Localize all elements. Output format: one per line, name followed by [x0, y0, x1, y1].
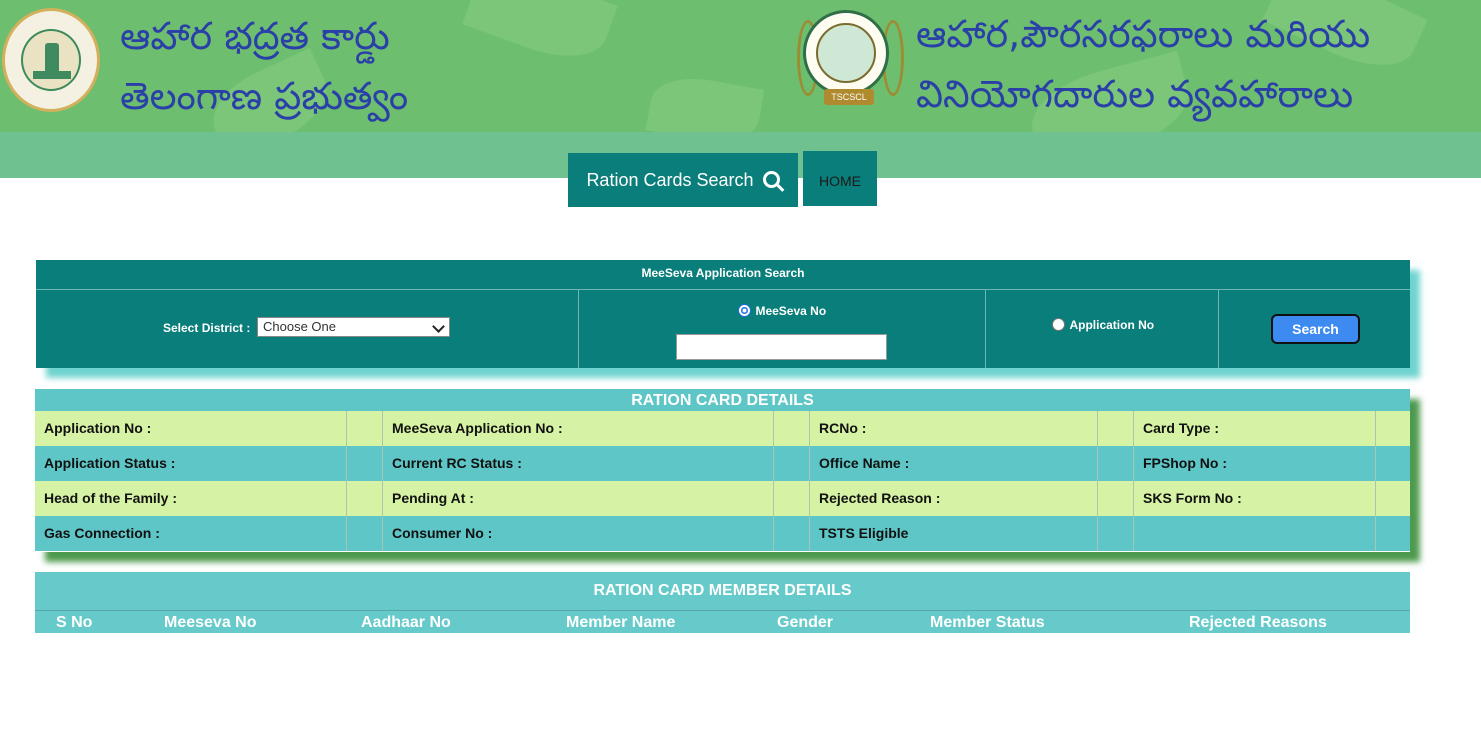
search-button-cell: Search [1218, 290, 1410, 368]
header-title-left: ఆహార భద్రత కార్డు తెలంగాణ ప్రభుత్వం [120, 6, 408, 126]
tscscl-logo: TSCSCL [803, 10, 889, 105]
select-district-label: Select District : [163, 321, 251, 335]
district-cell: Select District : Choose One [36, 290, 579, 368]
details-row: Application Status : Current RC Status :… [35, 446, 1410, 481]
column-header-gender: Gender [777, 614, 834, 631]
header-title-right-line2: వినియోగదారుల వ్యవహారాలు [916, 72, 1354, 116]
rejected-reason-value [1097, 481, 1134, 516]
rcno-value [1097, 411, 1134, 446]
application-status-field: Application Status : [44, 455, 176, 471]
member-details-title: RATION CARD MEMBER DETAILS [35, 572, 1410, 611]
site-header: ఆహార భద్రత కార్డు తెలంగాణ ప్రభుత్వం TSCS… [0, 0, 1481, 132]
meeseva-no-label: MeeSeva No [755, 304, 827, 318]
consumer-no-value [773, 516, 810, 551]
leaf-decoration [645, 70, 765, 132]
meeseva-application-no-field: MeeSeva Application No : [382, 411, 774, 446]
district-select-value: Choose One [263, 319, 336, 334]
rejected-reason-field: Rejected Reason : [809, 481, 1098, 516]
application-no-value [346, 411, 383, 446]
empty-value [1375, 516, 1410, 551]
current-rc-status-field: Current RC Status : [382, 446, 774, 481]
member-details-table: RATION CARD MEMBER DETAILS S No Meeseva … [35, 572, 1410, 633]
ration-card-details: RATION CARD DETAILS Application No : Mee… [35, 389, 1410, 552]
telangana-emblem-logo [2, 8, 100, 112]
empty-field [1133, 516, 1376, 551]
application-no-radio[interactable] [1052, 318, 1065, 332]
home-link[interactable]: HOME [803, 151, 877, 206]
head-of-family-value [346, 481, 383, 516]
ration-cards-search-tab[interactable]: Ration Cards Search [568, 153, 798, 207]
meeseva-no-input[interactable] [676, 334, 887, 360]
tscscl-banner: TSCSCL [824, 89, 874, 105]
details-row: Head of the Family : Pending At : Reject… [35, 481, 1410, 516]
meeseva-application-no-value [773, 411, 810, 446]
header-title-right: ఆహార,పౌరసరఫరాలు మరియు వినియోగదారుల వ్యవహ… [916, 4, 1370, 124]
card-type-field: Card Type : [1133, 411, 1376, 446]
ration-cards-search-label: Ration Cards Search [586, 170, 754, 190]
application-no-cell: Application No [985, 290, 1219, 368]
meeseva-no-radio[interactable] [738, 304, 751, 318]
meeseva-panel-title: MeeSeva Application Search [36, 260, 1410, 290]
rcno-field: RCNo : [809, 411, 1098, 446]
gas-connection-value [346, 516, 383, 551]
tsts-eligible-field: TSTS Eligible [809, 516, 1098, 551]
chevron-down-icon [432, 320, 445, 333]
application-no-label: Application No [1069, 318, 1155, 332]
consumer-no-field: Consumer No : [382, 516, 774, 551]
leaf-decoration [462, 0, 618, 72]
fpshop-no-field: FPShop No : [1133, 446, 1376, 481]
search-button[interactable]: Search [1271, 314, 1360, 344]
column-header-sno: S No [56, 614, 93, 631]
gas-connection-field: Gas Connection : [44, 525, 160, 541]
column-header-rejected-reasons: Rejected Reasons [1189, 614, 1327, 631]
district-select[interactable]: Choose One [257, 317, 450, 337]
pending-at-field: Pending At : [382, 481, 774, 516]
details-row: Application No : MeeSeva Application No … [35, 411, 1410, 446]
meeseva-search-panel: MeeSeva Application Search Select Distri… [36, 260, 1410, 368]
search-icon [762, 170, 780, 188]
card-type-value [1375, 411, 1410, 446]
header-title-left-line1: ఆహార భద్రత కార్డు [120, 14, 390, 58]
sks-form-no-field: SKS Form No : [1133, 481, 1376, 516]
column-header-member-status: Member Status [930, 614, 1045, 631]
application-no-field: Application No : [44, 420, 152, 436]
current-rc-status-value [773, 446, 810, 481]
header-title-right-line1: ఆహార,పౌరసరఫరాలు మరియు [916, 12, 1371, 56]
meeseva-no-cell: MeeSeva No [578, 290, 986, 368]
application-status-value [346, 446, 383, 481]
head-of-family-field: Head of the Family : [44, 490, 178, 506]
sks-form-no-value [1375, 481, 1410, 516]
tsts-eligible-value [1097, 516, 1134, 551]
column-header-member-name: Member Name [566, 614, 676, 631]
office-name-value [1097, 446, 1134, 481]
header-title-left-line2: తెలంగాణ ప్రభుత్వం [120, 74, 409, 118]
fpshop-no-value [1375, 446, 1410, 481]
ration-card-details-title: RATION CARD DETAILS [35, 389, 1410, 411]
details-row: Gas Connection : Consumer No : TSTS Elig… [35, 516, 1410, 551]
pending-at-value [773, 481, 810, 516]
office-name-field: Office Name : [809, 446, 1098, 481]
column-header-aadhaar-no: Aadhaar No [361, 614, 451, 631]
column-header-meeseva-no: Meeseva No [164, 614, 257, 631]
